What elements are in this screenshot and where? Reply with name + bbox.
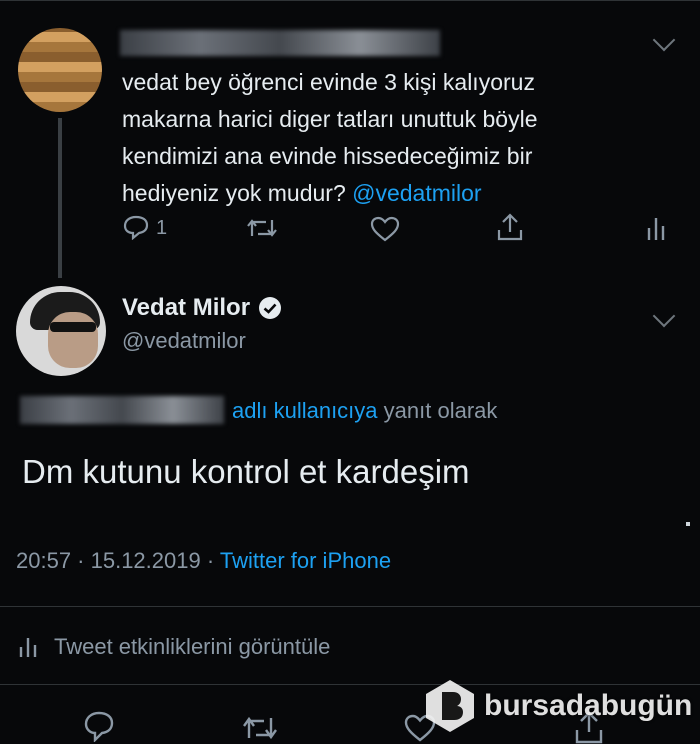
reply-context: adlı kullanıcıya yanıt olarak: [232, 398, 497, 424]
watermark-text: bursadabugün: [484, 689, 693, 722]
analytics-icon: [19, 638, 37, 657]
blurred-replied-user[interactable]: [20, 396, 224, 424]
blurred-display-name[interactable]: [120, 30, 440, 56]
share-icon[interactable]: [496, 212, 524, 242]
heart-icon[interactable]: [370, 216, 400, 242]
avatar[interactable]: [18, 28, 102, 112]
thread-line: [58, 118, 62, 278]
chevron-down-icon[interactable]: [652, 28, 676, 52]
reply-action[interactable]: 1: [122, 214, 167, 244]
reply-context-suffix: yanıt olarak: [383, 398, 498, 423]
analytics-icon[interactable]: [646, 214, 666, 242]
reply-icon: [123, 215, 149, 241]
watermark: bursadabugün: [422, 676, 692, 736]
reply-count: 1: [156, 217, 168, 239]
author-handle[interactable]: @vedatmilor: [122, 328, 246, 354]
main-tweet-text: Dm kutunu kontrol et kardeşim: [22, 453, 470, 490]
author-avatar[interactable]: [16, 286, 106, 376]
reply-context-link[interactable]: adlı kullanıcıya: [232, 398, 378, 423]
avatar-glasses: [50, 322, 96, 332]
retweet-icon[interactable]: [246, 216, 278, 240]
tweet-activity-link[interactable]: Tweet etkinliklerini görüntüle: [18, 634, 330, 660]
watermark-logo-icon: [426, 680, 474, 732]
timestamp[interactable]: 20:57 · 15.12.2019 ·: [16, 548, 214, 573]
retweet-icon[interactable]: [242, 714, 278, 742]
verified-badge-icon: [259, 297, 282, 319]
reply-tweet[interactable]: vedat bey öğrenci evinde 3 kişi kalıyoru…: [0, 0, 700, 278]
tweet-activity-label: Tweet etkinliklerini görüntüle: [54, 634, 331, 659]
reply-tweet-text: vedat bey öğrenci evinde 3 kişi kalıyoru…: [122, 64, 572, 212]
scroll-indicator: [686, 522, 690, 526]
author-display-name[interactable]: Vedat Milor: [122, 294, 250, 322]
divider: [0, 606, 700, 607]
source-link[interactable]: Twitter for iPhone: [220, 548, 391, 573]
author-name-row: Vedat Milor: [122, 294, 282, 322]
reply-icon[interactable]: [82, 710, 116, 742]
tweet-meta: 20:57 · 15.12.2019 · Twitter for iPhone: [16, 548, 391, 574]
avatar-face: [48, 312, 98, 368]
chevron-down-icon[interactable]: [652, 304, 676, 328]
mention-link[interactable]: @vedatmilor: [352, 180, 481, 206]
main-tweet: Vedat Milor @vedatmilor adlı kullanıcıya…: [0, 270, 700, 744]
